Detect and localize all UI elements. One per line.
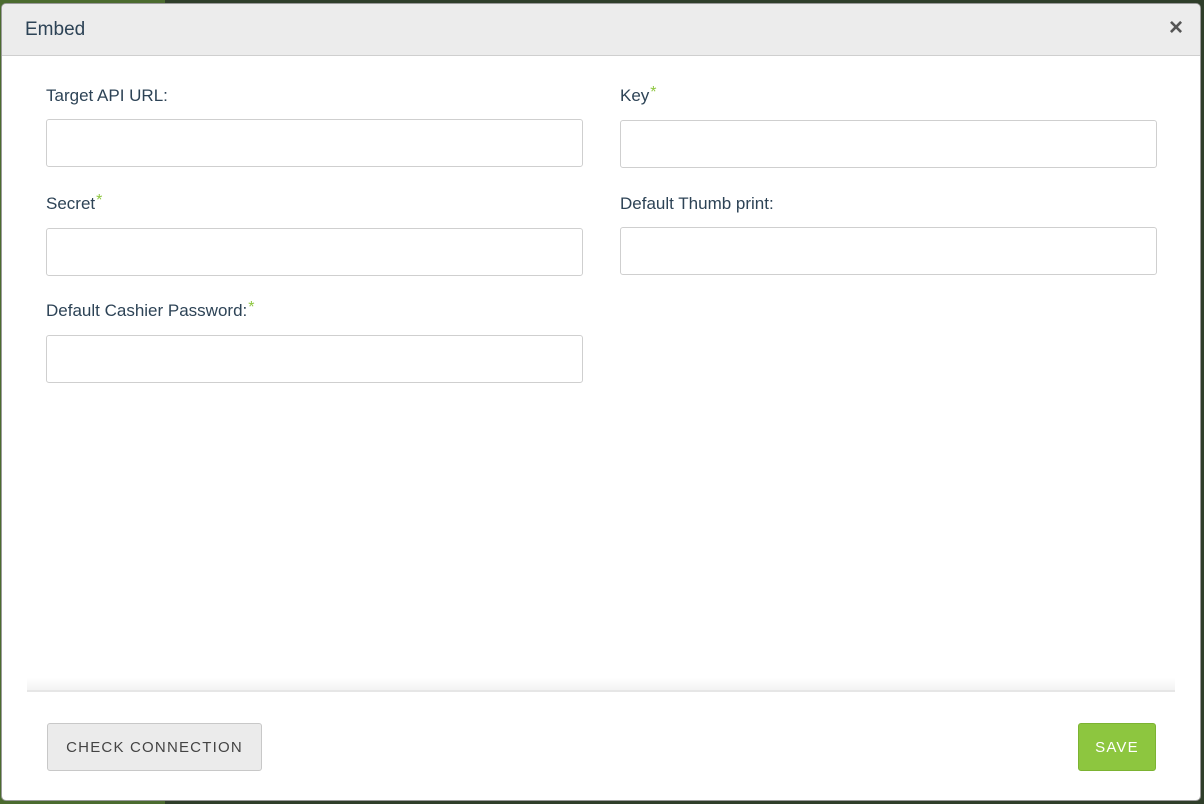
secret-label-text: Secret [46, 194, 96, 213]
default-thumb-print-label: Default Thumb print: [620, 194, 774, 214]
check-connection-button[interactable]: CHECK CONNECTION [47, 723, 262, 771]
footer-shadow [27, 678, 1175, 690]
embed-modal: Embed × Target API URL: Key* Secret* Def… [2, 4, 1200, 800]
default-thumb-print-input[interactable] [620, 227, 1157, 275]
key-label-text: Key [620, 86, 650, 105]
default-thumb-print-label-text: Default Thumb print: [620, 194, 774, 213]
default-cashier-password-label-text: Default Cashier Password: [46, 301, 248, 320]
modal-header: Embed × [2, 4, 1200, 56]
target-api-url-label: Target API URL: [46, 86, 168, 106]
required-marker: * [650, 84, 657, 101]
required-marker: * [248, 299, 255, 316]
footer-divider [27, 690, 1175, 692]
target-api-url-label-text: Target API URL: [46, 86, 168, 105]
key-input[interactable] [620, 120, 1157, 168]
default-cashier-password-input[interactable] [46, 335, 583, 383]
target-api-url-input[interactable] [46, 119, 583, 167]
close-icon[interactable]: × [1164, 16, 1188, 40]
modal-title: Embed [25, 19, 86, 40]
key-label: Key* [620, 84, 657, 106]
required-marker: * [96, 192, 103, 209]
default-cashier-password-label: Default Cashier Password:* [46, 299, 255, 321]
secret-input[interactable] [46, 228, 583, 276]
save-button[interactable]: SAVE [1078, 723, 1156, 771]
secret-label: Secret* [46, 192, 103, 214]
